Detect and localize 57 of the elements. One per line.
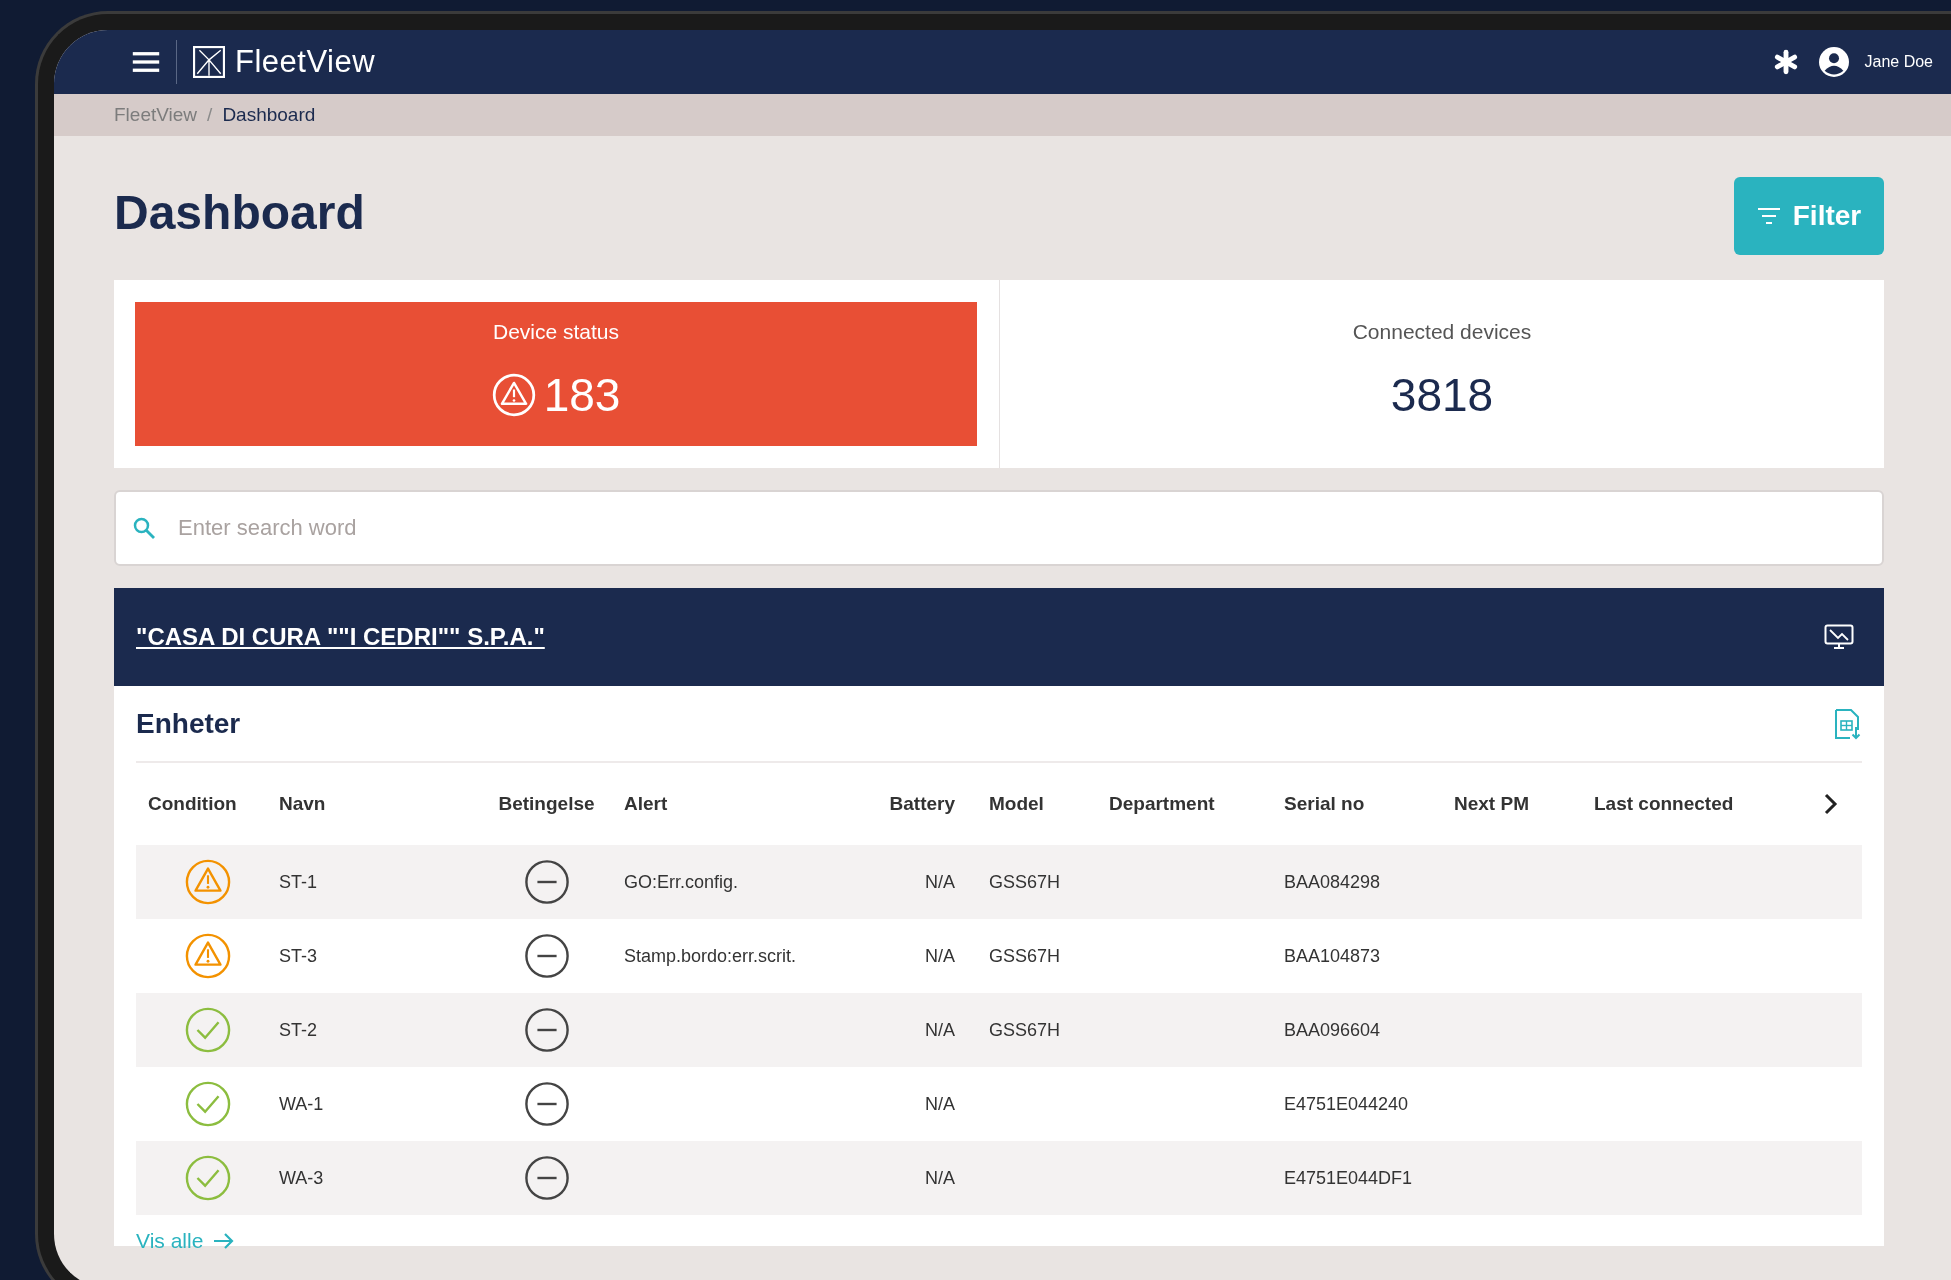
filter-icon bbox=[1756, 207, 1781, 225]
warning-icon bbox=[491, 373, 536, 417]
table-cell: N/A bbox=[925, 871, 955, 892]
column-header[interactable]: Alert bbox=[624, 793, 859, 815]
page-title: Dashboard bbox=[114, 184, 365, 240]
arrow-right-icon bbox=[213, 1232, 236, 1250]
card-value: 3818 bbox=[1390, 368, 1494, 422]
table-cell: ST-2 bbox=[279, 1019, 317, 1040]
minus-circle-icon bbox=[523, 933, 570, 979]
minus-circle-icon bbox=[523, 859, 570, 905]
minus-circle-icon bbox=[523, 1081, 570, 1127]
column-header[interactable]: Condition bbox=[136, 793, 279, 815]
table-cell: Stamp.bordo:err.scrit. bbox=[624, 945, 797, 966]
asterisk-icon[interactable] bbox=[1772, 49, 1799, 75]
table-cell: N/A bbox=[925, 945, 955, 966]
table-cell: ST-3 bbox=[279, 945, 317, 966]
section-title: Enheter bbox=[136, 707, 241, 740]
column-header[interactable]: Next PM bbox=[1454, 793, 1594, 815]
column-header[interactable]: Model bbox=[989, 793, 1109, 815]
menu-icon[interactable] bbox=[132, 51, 160, 73]
column-header[interactable]: Betingelse bbox=[469, 793, 624, 815]
app-name: FleetView bbox=[235, 44, 376, 80]
table-cell: N/A bbox=[925, 1093, 955, 1114]
table-cell: GSS67H bbox=[989, 945, 1061, 966]
table-cell: GO:Err.config. bbox=[624, 871, 739, 892]
card-value: 183 bbox=[543, 368, 621, 422]
column-header[interactable]: Navn bbox=[279, 793, 469, 815]
user-avatar-icon[interactable] bbox=[1818, 47, 1849, 77]
customer-link[interactable]: "CASA DI CURA ""I CEDRI"" S.P.A." bbox=[136, 623, 545, 651]
table-cell: E4751E044DF1 bbox=[1284, 1167, 1413, 1188]
card-title: Connected devices bbox=[1352, 320, 1532, 344]
chevron-right-icon bbox=[1823, 793, 1838, 815]
search-icon bbox=[132, 516, 156, 540]
search-field[interactable]: Enter search word bbox=[114, 490, 1884, 566]
table-cell: BAA096604 bbox=[1284, 1019, 1381, 1040]
user-name[interactable]: Jane Doe bbox=[1864, 53, 1933, 71]
table-cell: WA-3 bbox=[279, 1167, 324, 1188]
monitor-icon[interactable] bbox=[1824, 624, 1854, 650]
table-cell: ST-1 bbox=[279, 871, 317, 892]
table-cell: WA-1 bbox=[279, 1093, 324, 1114]
table-cell: E4751E044240 bbox=[1284, 1093, 1409, 1114]
column-header[interactable]: Battery bbox=[859, 793, 989, 815]
logo-icon bbox=[193, 46, 225, 78]
breadcrumb-separator: / bbox=[207, 104, 213, 126]
column-header[interactable]: Last connected bbox=[1594, 793, 1799, 815]
table-cell: BAA084298 bbox=[1284, 871, 1381, 892]
column-header[interactable]: Serial no bbox=[1284, 793, 1454, 815]
table-cell: N/A bbox=[925, 1019, 955, 1040]
table-cell: BAA104873 bbox=[1284, 945, 1381, 966]
breadcrumb-link[interactable]: Dashboard bbox=[222, 104, 316, 126]
column-header[interactable]: Department bbox=[1109, 793, 1284, 815]
table-cell: GSS67H bbox=[989, 1019, 1061, 1040]
table-cell: N/A bbox=[925, 1167, 955, 1188]
table-cell: GSS67H bbox=[989, 871, 1061, 892]
minus-circle-icon bbox=[523, 1155, 570, 1201]
card-title: Device status bbox=[492, 320, 620, 344]
minus-circle-icon bbox=[523, 1007, 570, 1053]
